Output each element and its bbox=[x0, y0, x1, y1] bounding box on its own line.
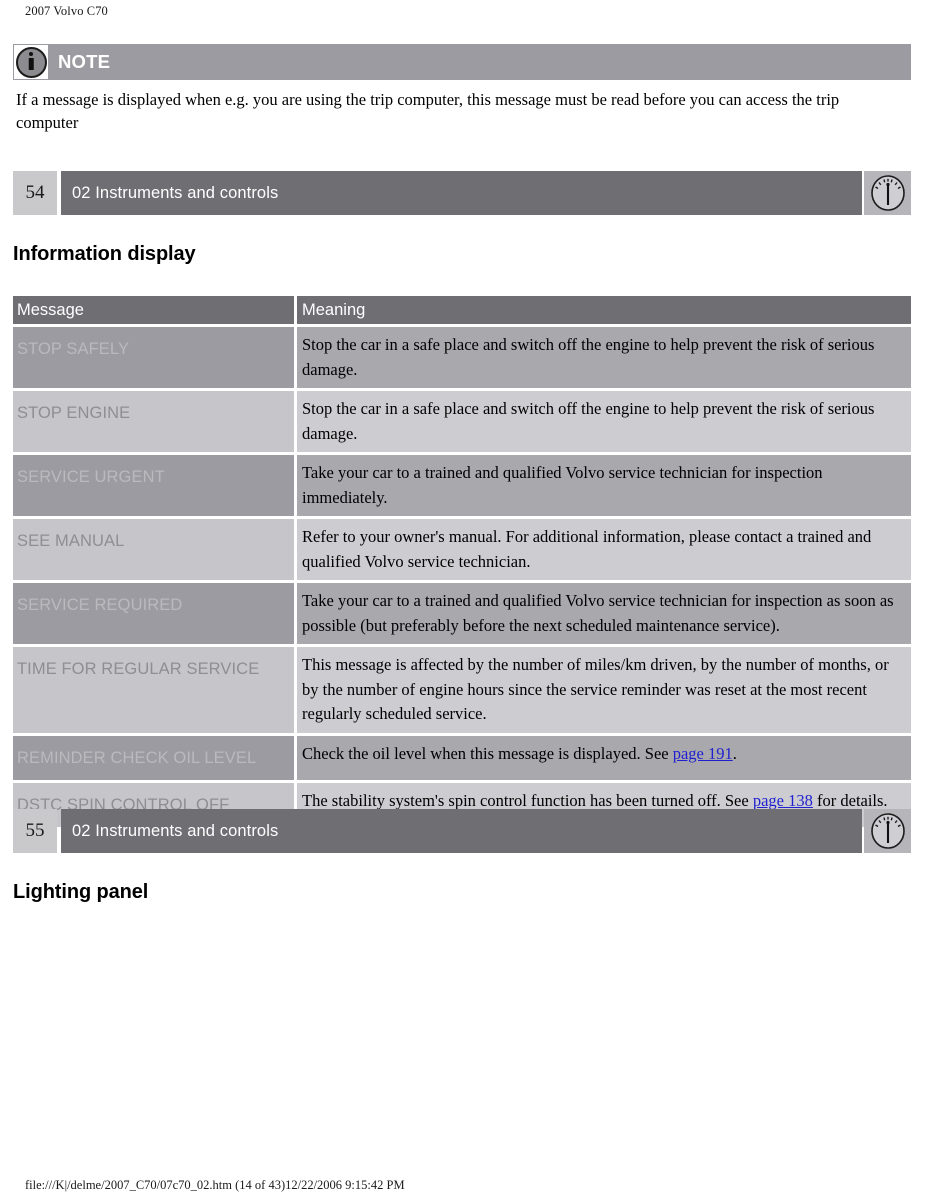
table-row: SERVICE URGENT Take your car to a traine… bbox=[13, 455, 911, 516]
note-callout-bar: NOTE bbox=[13, 44, 911, 80]
table-header-row: Message Meaning bbox=[13, 296, 911, 324]
message-cell: REMINDER CHECK OIL LEVEL bbox=[13, 735, 294, 780]
meaning-cell: Stop the car in a safe place and switch … bbox=[294, 327, 911, 388]
running-head: 2007 Volvo C70 bbox=[25, 4, 108, 18]
page-title-lighting-panel: Lighting panel bbox=[13, 881, 149, 903]
table-row: SEE MANUAL Refer to your owner's manual.… bbox=[13, 519, 911, 580]
table-row: STOP SAFELY Stop the car in a safe place… bbox=[13, 327, 911, 388]
message-cell: SERVICE URGENT bbox=[13, 455, 294, 516]
meaning-cell: Refer to your owner's manual. For additi… bbox=[294, 519, 911, 580]
gauge-icon bbox=[864, 171, 911, 215]
meaning-text-suffix: for details. bbox=[812, 790, 888, 810]
table-row: SERVICE REQUIRED Take your car to a trai… bbox=[13, 583, 911, 644]
footer-file-path: file:///K|/delme/2007_C70/07c70_02.htm (… bbox=[25, 1178, 405, 1192]
page-number: 55 bbox=[13, 809, 57, 853]
note-body-text: If a message is displayed when e.g. you … bbox=[16, 90, 840, 132]
meaning-cell: This message is affected by the number o… bbox=[294, 647, 911, 733]
meaning-cell: Check the oil level when this message is… bbox=[294, 735, 911, 780]
message-cell: SERVICE REQUIRED bbox=[13, 583, 294, 644]
information-display-table: Message Meaning STOP SAFELY Stop the car… bbox=[13, 296, 911, 827]
page-header-bar-55: 55 02 Instruments and controls bbox=[13, 809, 911, 853]
message-cell: TIME FOR REGULAR SERVICE bbox=[13, 647, 294, 733]
message-cell: STOP ENGINE bbox=[13, 391, 294, 452]
info-circle-icon bbox=[14, 45, 48, 79]
table-row: REMINDER CHECK OIL LEVEL Check the oil l… bbox=[13, 735, 911, 780]
meaning-cell: Take your car to a trained and qualified… bbox=[294, 455, 911, 516]
meaning-cell: Take your car to a trained and qualified… bbox=[294, 583, 911, 644]
page-title-information-display: Information display bbox=[13, 243, 196, 265]
message-cell: SEE MANUAL bbox=[13, 519, 294, 580]
meaning-text-prefix: The stability system's spin control func… bbox=[302, 790, 753, 810]
gauge-icon bbox=[864, 809, 911, 853]
page-reference-link[interactable]: page 138 bbox=[753, 791, 813, 810]
meaning-cell: Stop the car in a safe place and switch … bbox=[294, 391, 911, 452]
meaning-text-suffix: . bbox=[732, 743, 737, 763]
table-row: STOP ENGINE Stop the car in a safe place… bbox=[13, 391, 911, 452]
page-header-bar-54: 54 02 Instruments and controls bbox=[13, 171, 911, 215]
page-section-title: 02 Instruments and controls bbox=[61, 809, 862, 853]
note-label: NOTE bbox=[58, 51, 111, 72]
column-header-message: Message bbox=[13, 296, 294, 324]
column-header-meaning: Meaning bbox=[294, 296, 911, 324]
page-reference-link[interactable]: page 191 bbox=[673, 744, 733, 763]
page-section-title: 02 Instruments and controls bbox=[61, 171, 862, 215]
table-row: TIME FOR REGULAR SERVICE This message is… bbox=[13, 647, 911, 733]
meaning-text-prefix: Check the oil level when this message is… bbox=[302, 743, 673, 763]
page-number: 54 bbox=[13, 171, 57, 215]
message-cell: STOP SAFELY bbox=[13, 327, 294, 388]
